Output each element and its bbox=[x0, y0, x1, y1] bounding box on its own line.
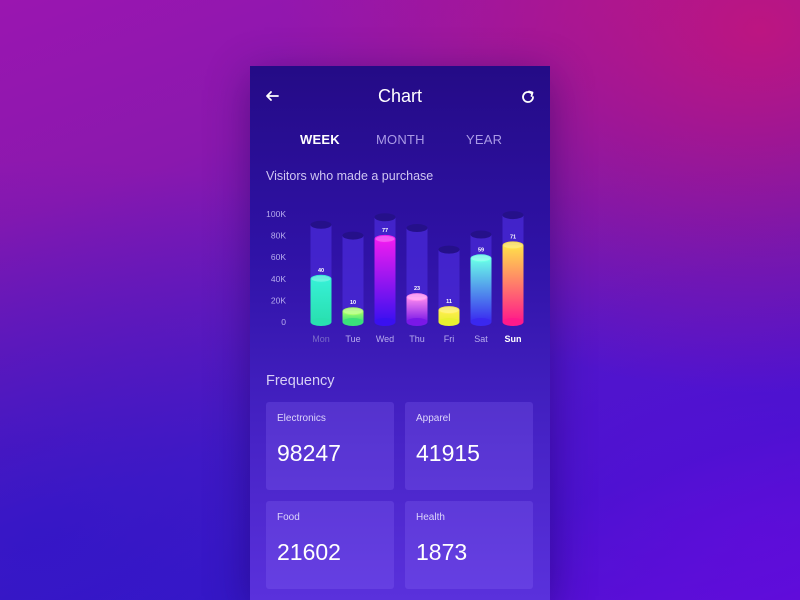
bar-top-highlight bbox=[503, 242, 523, 249]
x-tick-label: Tue bbox=[345, 334, 360, 344]
bar-bottom bbox=[502, 318, 524, 326]
bar-bottom bbox=[342, 318, 364, 326]
card-label: Apparel bbox=[416, 413, 451, 424]
chart-subtitle: Visitors who made a purchase bbox=[266, 169, 434, 183]
tab-year[interactable]: YEAR bbox=[466, 132, 502, 147]
x-tick-label: Wed bbox=[376, 334, 394, 344]
frequency-card-apparel[interactable]: Apparel 41915 bbox=[405, 402, 533, 490]
y-tick-label: 60K bbox=[271, 252, 286, 262]
x-tick-label: Sat bbox=[474, 334, 488, 344]
y-tick-label: 80K bbox=[271, 231, 286, 241]
chart-canvas: 0 20K 40K 60K 80K 100K 40 Mon 10 Tue 77 Wed 23 Thu 11 F… bbox=[266, 209, 524, 344]
bar bbox=[470, 258, 492, 322]
bar-top-highlight bbox=[407, 294, 427, 301]
bar bbox=[502, 245, 524, 322]
bar-top-highlight bbox=[343, 308, 363, 315]
data-label: 23 bbox=[414, 286, 420, 292]
bar-top-highlight bbox=[375, 235, 395, 242]
data-label: 10 bbox=[350, 300, 356, 306]
card-label: Health bbox=[416, 512, 445, 523]
data-label: 71 bbox=[510, 234, 516, 240]
x-tick-label: Sun bbox=[505, 334, 522, 344]
bar-track-top bbox=[342, 231, 364, 240]
y-tick-label: 40K bbox=[271, 274, 286, 284]
x-tick-label: Thu bbox=[409, 334, 425, 344]
card-value: 21602 bbox=[277, 539, 341, 565]
period-tabs: WEEK MONTH YEAR bbox=[250, 132, 550, 152]
bar-track-top bbox=[406, 224, 428, 233]
page-title: Chart bbox=[377, 86, 422, 106]
tab-month[interactable]: MONTH bbox=[376, 132, 425, 147]
frequency-card-food[interactable]: Food 21602 bbox=[266, 501, 394, 589]
frequency-card-health[interactable]: Health 1873 bbox=[405, 501, 533, 589]
data-label: 40 bbox=[318, 268, 324, 274]
bar-chart: 0 20K 40K 60K 80K 100K 40 Mon 10 Tue 77 Wed 23 Thu 11 F… bbox=[250, 206, 550, 356]
refresh-icon[interactable] bbox=[520, 89, 536, 105]
frequency-card-electronics[interactable]: Electronics 98247 bbox=[266, 402, 394, 490]
card-value: 98247 bbox=[277, 440, 341, 466]
card-label: Electronics bbox=[277, 413, 326, 424]
bar bbox=[374, 238, 396, 322]
y-tick-label: 20K bbox=[271, 295, 286, 305]
bar-top-highlight bbox=[439, 307, 459, 314]
bar-bottom bbox=[470, 318, 492, 326]
bar-track-top bbox=[310, 220, 332, 229]
tab-week[interactable]: WEEK bbox=[300, 132, 340, 147]
y-tick-label: 0 bbox=[281, 317, 286, 327]
bar bbox=[310, 278, 332, 322]
x-tick-label: Fri bbox=[444, 334, 455, 344]
card-value: 41915 bbox=[416, 440, 480, 466]
data-label: 77 bbox=[382, 228, 388, 234]
bar-track-top bbox=[374, 213, 396, 222]
data-label: 11 bbox=[446, 299, 452, 305]
bar-track-top bbox=[502, 211, 524, 220]
y-tick-label: 100K bbox=[266, 209, 286, 219]
phone-screen: Chart WEEK MONTH YEAR Visitors who made … bbox=[250, 66, 550, 600]
card-label: Food bbox=[277, 512, 300, 523]
bar-bottom bbox=[310, 318, 332, 326]
bar-bottom bbox=[438, 318, 460, 326]
bar-track-top bbox=[438, 245, 460, 254]
bar-top-highlight bbox=[471, 255, 491, 262]
frequency-title: Frequency bbox=[266, 373, 335, 389]
header: Chart bbox=[250, 66, 550, 130]
x-tick-label: Mon bbox=[312, 334, 330, 344]
bar-bottom bbox=[406, 318, 428, 326]
bar-top-highlight bbox=[311, 275, 331, 282]
bar-track-top bbox=[470, 230, 492, 239]
bar-bottom bbox=[374, 318, 396, 326]
card-value: 1873 bbox=[416, 539, 468, 565]
data-label: 59 bbox=[478, 247, 484, 253]
